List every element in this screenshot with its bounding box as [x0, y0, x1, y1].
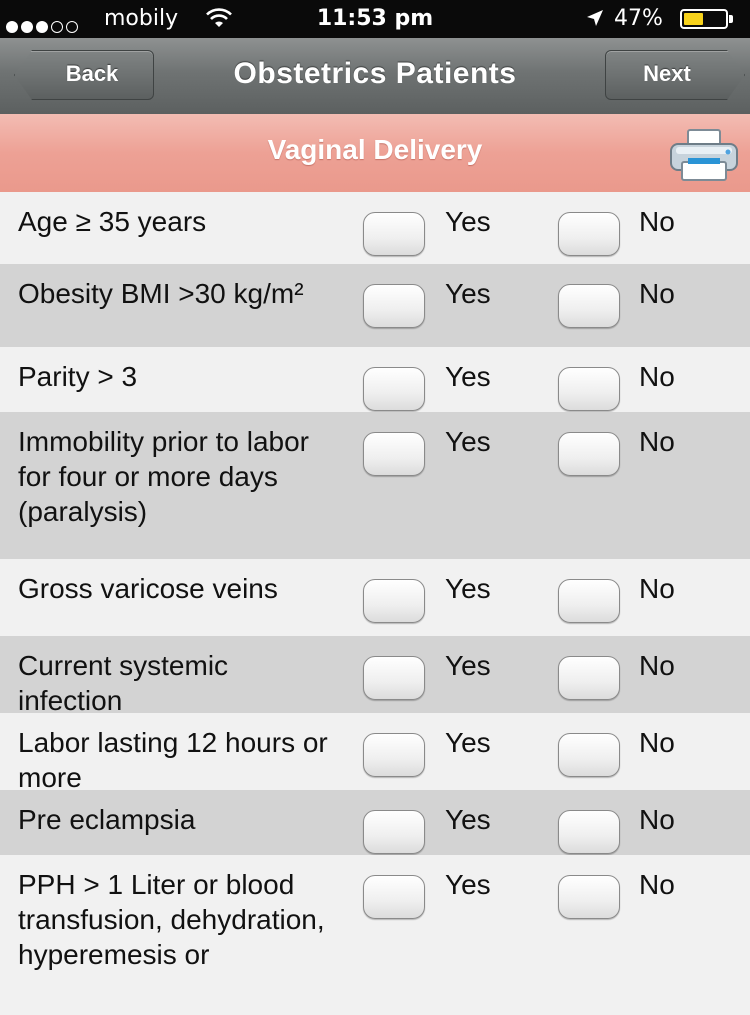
table-row: Pre eclampsia Yes No: [0, 790, 750, 855]
table-row: Immobility prior to labor for four or mo…: [0, 412, 750, 559]
no-label: No: [639, 573, 675, 604]
yes-label: Yes: [445, 650, 491, 681]
no-checkbox[interactable]: [558, 656, 620, 700]
no-label: No: [639, 727, 675, 758]
no-label: No: [639, 650, 675, 681]
risk-factor-label: Obesity BMI >30 kg/m²: [18, 278, 304, 309]
section-header: Vaginal Delivery: [0, 114, 750, 192]
table-row: Gross varicose veins Yes No: [0, 559, 750, 636]
yes-label: Yes: [445, 426, 491, 457]
next-button[interactable]: Next: [605, 50, 745, 100]
yes-checkbox[interactable]: [363, 810, 425, 854]
battery-tip: [729, 15, 733, 23]
yes-label: Yes: [445, 206, 491, 237]
no-label: No: [639, 278, 675, 309]
table-row: Age ≥ 35 years Yes No: [0, 192, 750, 264]
yes-label: Yes: [445, 361, 491, 392]
risk-factor-label: Labor lasting 12 hours or more: [18, 727, 328, 793]
table-row: PPH > 1 Liter or blood transfusion, dehy…: [0, 855, 750, 1015]
battery-icon: [680, 9, 728, 29]
risk-factor-label: Gross varicose veins: [18, 573, 278, 604]
risk-factor-label: Current systemic infection: [18, 650, 229, 716]
no-checkbox[interactable]: [558, 733, 620, 777]
yes-label: Yes: [445, 573, 491, 604]
yes-checkbox[interactable]: [363, 367, 425, 411]
yes-checkbox[interactable]: [363, 284, 425, 328]
navigation-bar: Back Obstetrics Patients Next: [0, 38, 750, 115]
printer-icon[interactable]: [668, 128, 740, 182]
no-label: No: [639, 804, 675, 835]
risk-factor-label: Age ≥ 35 years: [18, 206, 207, 237]
yes-checkbox[interactable]: [363, 733, 425, 777]
no-checkbox[interactable]: [558, 212, 620, 256]
yes-checkbox[interactable]: [363, 875, 425, 919]
risk-factor-label: Pre eclampsia: [18, 804, 196, 835]
yes-checkbox[interactable]: [363, 432, 425, 476]
risk-factor-label: Immobility prior to labor for four or mo…: [18, 426, 309, 527]
no-label: No: [639, 361, 675, 392]
no-label: No: [639, 206, 675, 237]
no-checkbox[interactable]: [558, 432, 620, 476]
yes-label: Yes: [445, 727, 491, 758]
risk-factor-list: Age ≥ 35 years Yes No Obesity BMI >30 kg/m²…: [0, 192, 750, 1015]
yes-label: Yes: [445, 869, 491, 900]
battery-level: [684, 13, 703, 25]
yes-checkbox[interactable]: [363, 656, 425, 700]
no-checkbox[interactable]: [558, 875, 620, 919]
yes-label: Yes: [445, 804, 491, 835]
no-checkbox[interactable]: [558, 579, 620, 623]
section-title: Vaginal Delivery: [267, 134, 483, 165]
battery-percentage: 47%: [614, 6, 663, 31]
table-row: Labor lasting 12 hours or more Yes No: [0, 713, 750, 793]
table-row: Current systemic infection Yes No: [0, 636, 750, 716]
no-checkbox[interactable]: [558, 810, 620, 854]
table-row: Obesity BMI >30 kg/m² Yes No: [0, 264, 750, 347]
table-row: Parity > 3 Yes No: [0, 347, 750, 412]
no-checkbox[interactable]: [558, 284, 620, 328]
yes-label: Yes: [445, 278, 491, 309]
no-label: No: [639, 869, 675, 900]
yes-checkbox[interactable]: [363, 579, 425, 623]
location-arrow-icon: [587, 10, 603, 26]
no-checkbox[interactable]: [558, 367, 620, 411]
status-bar: mobily 11:53 pm 47%: [0, 0, 750, 38]
no-label: No: [639, 426, 675, 457]
risk-factor-label: Parity > 3: [18, 361, 138, 392]
risk-factor-label: PPH > 1 Liter or blood transfusion, dehy…: [18, 869, 325, 970]
yes-checkbox[interactable]: [363, 212, 425, 256]
